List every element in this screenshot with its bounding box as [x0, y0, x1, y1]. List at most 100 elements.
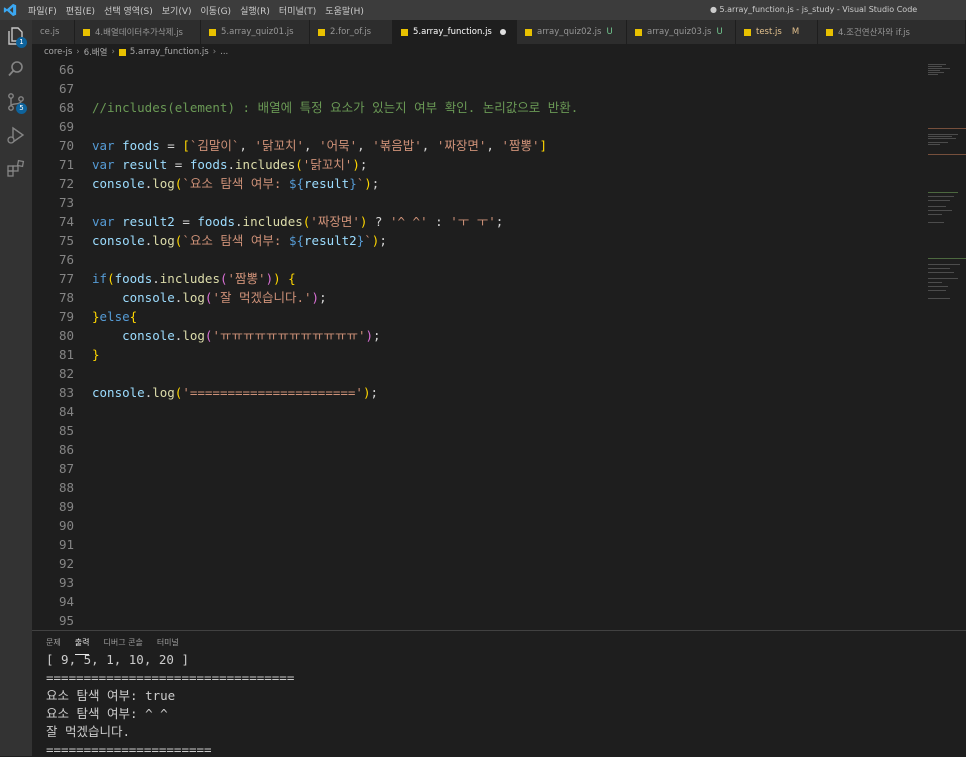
tab-test-js[interactable]: test.js M: [736, 20, 818, 44]
code-line[interactable]: 86: [32, 440, 926, 459]
code-text: console.log('======================');: [92, 385, 379, 400]
extensions-icon[interactable]: [6, 158, 26, 178]
code-line[interactable]: 80 console.log('ㅠㅠㅠㅠㅠㅠㅠㅠㅠㅠㅠㅠ');: [32, 326, 926, 345]
menu-help[interactable]: 도움말(H): [325, 4, 364, 17]
tab-array-quiz01[interactable]: 5.array_quiz01.js: [201, 20, 310, 44]
code-line[interactable]: 75 console.log(`요소 탐색 여부: ${result2}`);: [32, 231, 926, 250]
minimap-line: [928, 272, 954, 273]
tab-for-of[interactable]: 2.for_of.js: [310, 20, 393, 44]
menu-bar: 파일(F) 편집(E) 선택 영역(S) 보기(V) 이동(G) 실행(R) 터…: [28, 0, 373, 20]
js-file-icon: [635, 28, 642, 36]
tab-ce-js[interactable]: ce.js: [32, 20, 75, 44]
tab-label: ce.js: [40, 27, 60, 37]
minimap-line: [928, 278, 958, 279]
code-editor[interactable]: 66 67 68 //includes(element) : 배열에 특정 요소가…: [32, 60, 926, 630]
tab-array-quiz03[interactable]: array_quiz03.js U: [627, 20, 736, 44]
code-line[interactable]: 92: [32, 554, 926, 573]
code-line[interactable]: 93: [32, 573, 926, 592]
code-line[interactable]: 90: [32, 516, 926, 535]
breadcrumb-folder-core-js[interactable]: core-js: [44, 47, 72, 57]
breadcrumb-file[interactable]: 5.array_function.js: [130, 47, 209, 57]
menu-view[interactable]: 보기(V): [162, 4, 192, 17]
code-line[interactable]: 66: [32, 60, 926, 79]
tab-array-add-remove[interactable]: 4.배열데이터추가삭제.js: [75, 20, 201, 44]
code-line[interactable]: 69: [32, 117, 926, 136]
line-number: 87: [58, 461, 74, 476]
code-line[interactable]: 68 //includes(element) : 배열에 특정 요소가 있는지 여…: [32, 98, 926, 117]
line-number: 90: [58, 518, 74, 533]
code-text: if(foods.includes('짬뽕')) {: [92, 271, 296, 286]
menu-terminal[interactable]: 터미널(T): [279, 4, 316, 17]
tab-array-quiz02[interactable]: array_quiz02.js U: [517, 20, 627, 44]
code-line[interactable]: 74 var result2 = foods.includes('짜장면') ? …: [32, 212, 926, 231]
line-number: 73: [58, 195, 74, 210]
code-line[interactable]: 89: [32, 497, 926, 516]
js-file-icon: [118, 48, 126, 56]
line-number: 68: [58, 100, 74, 115]
vscode-logo-icon[interactable]: [3, 2, 17, 18]
js-file-icon: [318, 28, 325, 36]
minimap-line: [928, 154, 966, 155]
menu-run[interactable]: 실행(R): [240, 4, 270, 17]
minimap[interactable]: [926, 60, 966, 630]
title-bar: 파일(F) 편집(E) 선택 영역(S) 보기(V) 이동(G) 실행(R) 터…: [0, 0, 966, 20]
code-line[interactable]: 79}else{: [32, 307, 926, 326]
menu-selection[interactable]: 선택 영역(S): [104, 4, 153, 17]
code-line[interactable]: 95: [32, 611, 926, 630]
code-line[interactable]: 82: [32, 364, 926, 383]
code-line[interactable]: 77 if(foods.includes('짬뽕')) {: [32, 269, 926, 288]
run-debug-icon[interactable]: [6, 125, 26, 145]
menu-edit[interactable]: 편집(E): [66, 4, 95, 17]
code-line[interactable]: 87: [32, 459, 926, 478]
minimap-line: [928, 298, 950, 299]
editor-tabs: ce.js 4.배열데이터추가삭제.js 5.array_quiz01.js 2…: [32, 20, 966, 44]
tab-status: U: [716, 27, 723, 37]
minimap-line: [928, 134, 958, 135]
unsaved-dot-icon[interactable]: [499, 29, 506, 35]
string-literal: '짜장면': [436, 138, 487, 153]
line-number: 67: [58, 81, 74, 96]
code-line[interactable]: 84: [32, 402, 926, 421]
minimap-line: [928, 138, 956, 139]
minimap-line: [928, 268, 950, 269]
line-number: 95: [58, 613, 74, 628]
code-line[interactable]: 94: [32, 592, 926, 611]
minimap-line: [928, 70, 940, 71]
line-number: 85: [58, 423, 74, 438]
code-line[interactable]: 81}: [32, 345, 926, 364]
line-number: 93: [58, 575, 74, 590]
breadcrumb: core-js › 6.배열 › 5.array_function.js › .…: [32, 44, 966, 60]
minimap-line: [928, 200, 950, 201]
search-icon[interactable]: [6, 59, 26, 79]
scm-badge: 5: [16, 103, 27, 114]
line-number: 84: [58, 404, 74, 419]
code-line[interactable]: 67: [32, 79, 926, 98]
line-number: 80: [58, 328, 74, 343]
code-line[interactable]: 91: [32, 535, 926, 554]
chevron-right-icon: ›: [76, 47, 80, 57]
minimap-line: [928, 210, 952, 211]
code-line[interactable]: 78 console.log('잘 먹겠습니다.');: [32, 288, 926, 307]
code-line[interactable]: 72 console.log(`요소 탐색 여부: ${result}`);: [32, 174, 926, 193]
line-number: 86: [58, 442, 74, 457]
code-line[interactable]: 71 var result = foods.includes('닭꼬치');: [32, 155, 926, 174]
menu-go[interactable]: 이동(G): [201, 4, 232, 17]
source-control-icon[interactable]: 5: [6, 92, 27, 114]
explorer-icon[interactable]: 1: [6, 26, 27, 48]
code-line[interactable]: 73: [32, 193, 926, 212]
minimap-line: [928, 192, 958, 193]
tab-conditional-if[interactable]: 4.조건연산자와 if.js: [818, 20, 966, 44]
code-line[interactable]: 76: [32, 250, 926, 269]
menu-file[interactable]: 파일(F): [28, 4, 57, 17]
breadcrumb-symbols[interactable]: ...: [220, 47, 228, 57]
code-line[interactable]: 83 console.log('======================');: [32, 383, 926, 402]
code-line[interactable]: 70 var foods = [`김말이`, '닭꼬치', '어묵', '볶음밥'…: [32, 136, 926, 155]
line-number: 66: [58, 62, 74, 77]
code-line[interactable]: 88: [32, 478, 926, 497]
line-number: 82: [58, 366, 74, 381]
line-number: 92: [58, 556, 74, 571]
tab-array-function[interactable]: 5.array_function.js: [393, 20, 517, 44]
breadcrumb-folder-array[interactable]: 6.배열: [84, 46, 108, 58]
minimap-line: [928, 290, 946, 291]
code-line[interactable]: 85: [32, 421, 926, 440]
